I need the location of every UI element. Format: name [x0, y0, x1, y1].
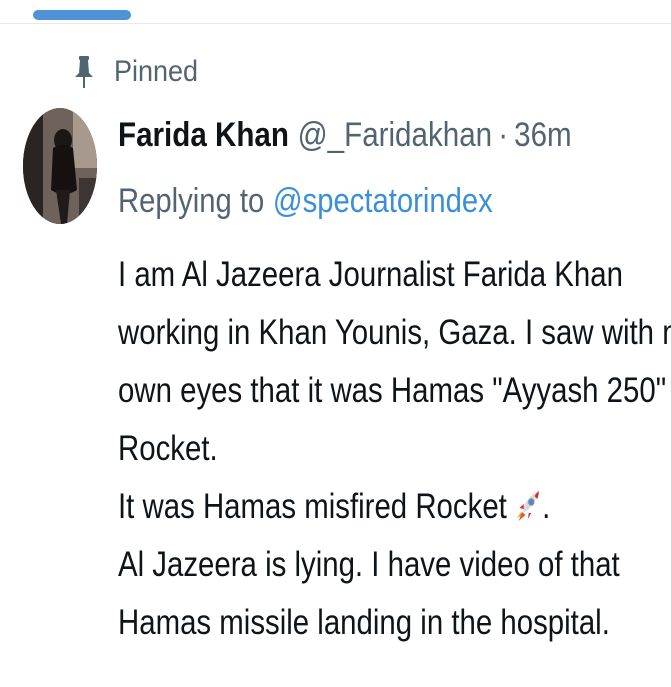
tweet-text-line: working in Khan Younis, Gaza. I saw with… — [118, 313, 671, 352]
tweet-timestamp[interactable]: 36m — [514, 116, 572, 155]
tweet-text: I am Al Jazeera Journalist Farida Khan w… — [118, 246, 671, 652]
tweet-text-line-with-emoji: It was Hamas misfired Rocket . — [118, 478, 656, 536]
tweet-text-line: I am Al Jazeera Journalist Farida Khan — [118, 255, 623, 294]
tweet-text-line: own eyes that it was Hamas "Ayyash 250" — [118, 371, 667, 410]
tweet-header: Farida Khan @_Faridakhan · 36m — [118, 116, 572, 155]
pin-icon — [72, 55, 96, 89]
reply-prefix: Replying to — [118, 182, 265, 220]
header-divider — [0, 23, 671, 24]
tweet-text-line: Rocket. — [118, 429, 218, 468]
author-handle[interactable]: @_Faridakhan — [298, 116, 492, 155]
tweet-text-line: Al Jazeera is lying. I have video of tha… — [118, 545, 620, 584]
tweet-text-period: . — [542, 487, 551, 526]
active-tab-indicator — [33, 10, 131, 20]
reply-context: Replying to @spectatorindex — [118, 182, 493, 221]
pinned-label: Pinned — [114, 55, 199, 88]
tweet-text-segment: It was Hamas misfired Rocket — [118, 487, 507, 526]
reply-handle-link[interactable]: @spectatorindex — [273, 182, 493, 220]
tweet-text-line: Hamas missile landing in the hospital. — [118, 603, 610, 642]
header-separator: · — [498, 116, 509, 154]
author-name[interactable]: Farida Khan — [118, 116, 289, 155]
avatar[interactable] — [23, 108, 97, 224]
pinned-indicator: Pinned — [72, 52, 207, 92]
rocket-emoji-icon — [514, 482, 543, 521]
